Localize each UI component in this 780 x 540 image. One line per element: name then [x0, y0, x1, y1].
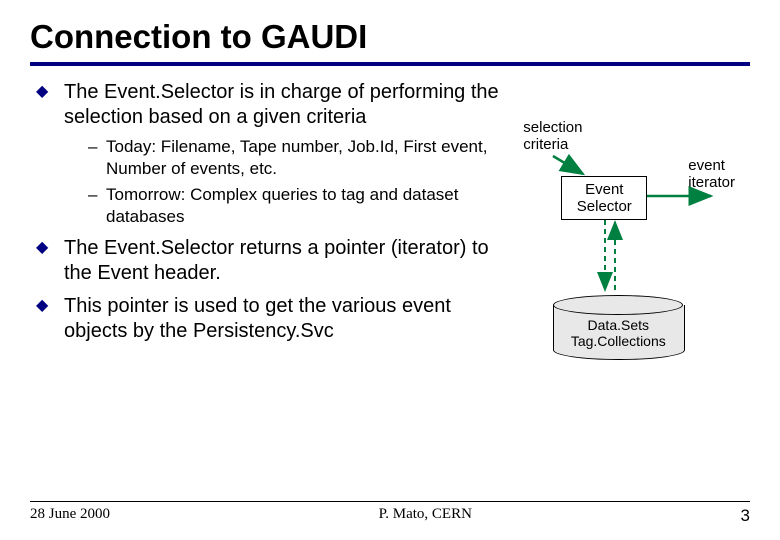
label-event-iterator: event iterator [688, 158, 758, 191]
database-cylinder: Data.Sets Tag.Collections [553, 295, 683, 359]
cylinder-top [553, 295, 683, 315]
footer-rule [30, 501, 750, 502]
footer: 28 June 2000 P. Mato, CERN 3 [30, 501, 750, 526]
cylinder-line1: Data.Sets [588, 317, 649, 333]
footer-row: 28 June 2000 P. Mato, CERN 3 [30, 506, 750, 526]
bullet-1-sub-2: Tomorrow: Complex queries to tag and dat… [88, 184, 513, 228]
diagram: selection criteria event iterator Event … [513, 120, 750, 380]
cylinder-label: Data.Sets Tag.Collections [553, 317, 683, 349]
footer-author: P. Mato, CERN [379, 506, 472, 526]
footer-page-number: 3 [741, 506, 750, 526]
bullet-1-sublist: Today: Filename, Tape number, Job.Id, Fi… [64, 136, 513, 228]
cylinder-line2: Tag.Collections [571, 333, 666, 349]
event-selector-box: Event Selector [561, 176, 647, 220]
footer-date: 28 June 2000 [30, 506, 110, 526]
content-area: The Event.Selector is in charge of perfo… [30, 80, 750, 380]
slide: Connection to GAUDI The Event.Selector i… [0, 0, 780, 540]
bullet-2: The Event.Selector returns a pointer (it… [30, 236, 513, 286]
bullet-3: This pointer is used to get the various … [30, 294, 513, 344]
bullet-list: The Event.Selector is in charge of perfo… [30, 80, 513, 344]
slide-title: Connection to GAUDI [30, 18, 750, 56]
bullet-1-text: The Event.Selector is in charge of perfo… [64, 81, 499, 128]
bullet-1-sub-1: Today: Filename, Tape number, Job.Id, Fi… [88, 136, 513, 180]
bullet-1: The Event.Selector is in charge of perfo… [30, 80, 513, 228]
label-selection-criteria: selection criteria [523, 120, 603, 153]
text-column: The Event.Selector is in charge of perfo… [30, 80, 513, 352]
title-rule [30, 62, 750, 66]
